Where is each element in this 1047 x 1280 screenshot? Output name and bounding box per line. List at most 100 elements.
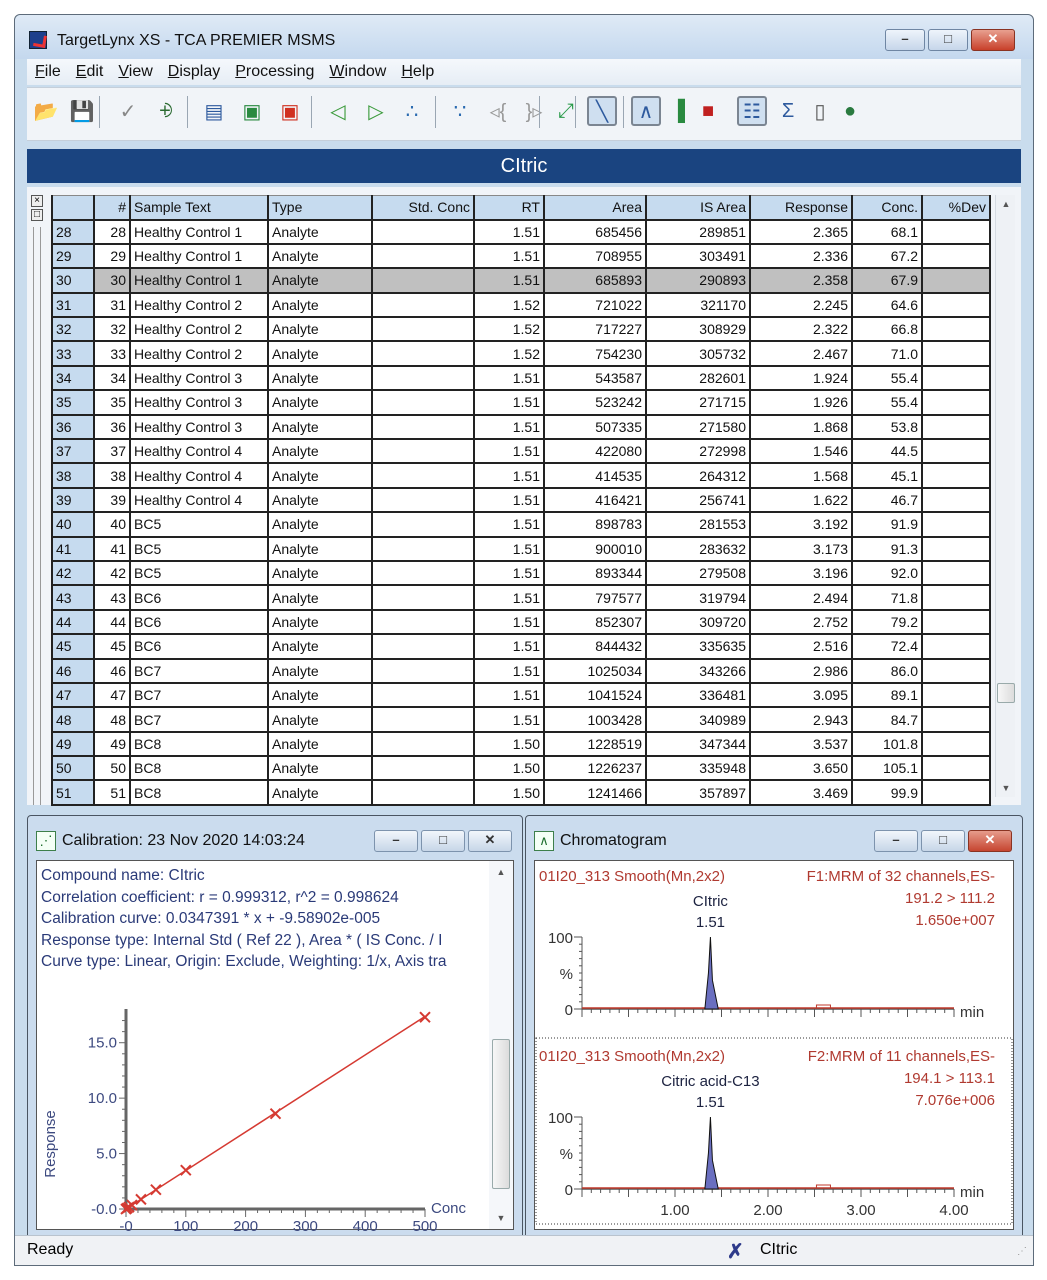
- table-row[interactable]: 40 40 BC5 Analyte 1.51 898783 281553 3.192 91.9: [51, 511, 991, 538]
- close-button[interactable]: ✕: [971, 29, 1015, 51]
- table-cell[interactable]: 305732: [645, 340, 751, 367]
- row-header[interactable]: 31: [51, 291, 95, 319]
- table-row[interactable]: 31 31 Healthy Control 2 Analyte 1.52 721022 32…: [51, 291, 991, 319]
- table-cell[interactable]: 844432: [543, 633, 647, 660]
- table-cell[interactable]: [921, 462, 991, 489]
- table-cell[interactable]: Analyte: [267, 437, 373, 465]
- table-cell[interactable]: Healthy Control 1: [129, 267, 269, 294]
- table-cell[interactable]: [921, 584, 991, 611]
- minimize-button[interactable]: –: [885, 29, 925, 51]
- calibration-view-button[interactable]: ╲: [587, 96, 617, 126]
- table-cell[interactable]: 2.752: [749, 608, 853, 636]
- table-cell[interactable]: Analyte: [267, 706, 373, 733]
- row-header[interactable]: 33: [51, 340, 95, 367]
- chromatogram-minimize-button[interactable]: –: [874, 830, 918, 852]
- table-cell[interactable]: 32: [93, 316, 131, 343]
- table-cell[interactable]: 1.52: [473, 291, 545, 319]
- table-cell[interactable]: 68.1: [851, 218, 923, 245]
- table-cell[interactable]: [921, 437, 991, 465]
- table-cell[interactable]: 64.6: [851, 291, 923, 319]
- table-cell[interactable]: 39: [93, 486, 131, 514]
- table-cell[interactable]: 1041524: [543, 681, 647, 709]
- table-cell[interactable]: 2.365: [749, 218, 853, 245]
- scroll-up-arrow[interactable]: ▲: [489, 867, 513, 877]
- table-cell[interactable]: 1228519: [543, 730, 647, 758]
- table-row[interactable]: 49 49 BC8 Analyte 1.50 1228519 347344 3.537 101.…: [51, 730, 991, 758]
- table-cell[interactable]: 79.2: [851, 608, 923, 636]
- table-cell[interactable]: 43: [93, 584, 131, 611]
- table-cell[interactable]: 40: [93, 511, 131, 538]
- resize-grip[interactable]: ⋰: [1017, 1246, 1027, 1257]
- table-cell[interactable]: 50: [93, 755, 131, 782]
- row-header[interactable]: 37: [51, 437, 95, 465]
- table-cell[interactable]: 685456: [543, 218, 647, 245]
- table-cell[interactable]: 1.51: [473, 706, 545, 733]
- table-cell[interactable]: 49: [93, 730, 131, 758]
- table-row[interactable]: 41 41 BC5 Analyte 1.51 900010 283632 3.173 91.3: [51, 535, 991, 562]
- menu-view[interactable]: View: [118, 63, 152, 81]
- table-cell[interactable]: 852307: [543, 608, 647, 636]
- table-cell[interactable]: 1.51: [473, 242, 545, 270]
- table-cell[interactable]: 347344: [645, 730, 751, 758]
- table-cell[interactable]: 42: [93, 559, 131, 587]
- table-cell[interactable]: 335948: [645, 755, 751, 782]
- table-cell[interactable]: 1025034: [543, 657, 647, 684]
- table-cell[interactable]: [371, 462, 475, 489]
- table-cell[interactable]: 51: [93, 779, 131, 806]
- table-cell[interactable]: 271580: [645, 413, 751, 441]
- table-cell[interactable]: 35: [93, 389, 131, 416]
- table-row[interactable]: 35 35 Healthy Control 3 Analyte 1.51 523242 27…: [51, 389, 991, 416]
- table-cell[interactable]: BC6: [129, 608, 269, 636]
- table-cell[interactable]: [371, 511, 475, 538]
- column-header[interactable]: Sample Text: [129, 195, 269, 221]
- next-sample-button[interactable]: ▷: [361, 96, 391, 126]
- table-cell[interactable]: Analyte: [267, 633, 373, 660]
- table-cell[interactable]: [921, 364, 991, 392]
- calibration-maximize-button[interactable]: □: [421, 830, 465, 852]
- table-cell[interactable]: BC8: [129, 779, 269, 806]
- table-cell[interactable]: Healthy Control 3: [129, 389, 269, 416]
- chromatogram-view-button[interactable]: ∧: [631, 96, 661, 126]
- column-header[interactable]: [51, 195, 95, 221]
- table-cell[interactable]: Healthy Control 2: [129, 316, 269, 343]
- table-cell[interactable]: 1.868: [749, 413, 853, 441]
- table-cell[interactable]: 1241466: [543, 779, 647, 806]
- table-cell[interactable]: 91.9: [851, 511, 923, 538]
- summary-chart-button[interactable]: ■: [693, 96, 723, 126]
- table-cell[interactable]: [371, 779, 475, 806]
- table-row[interactable]: 34 34 Healthy Control 3 Analyte 1.51 543587 28…: [51, 364, 991, 392]
- table-cell[interactable]: 357897: [645, 779, 751, 806]
- table-cell[interactable]: [921, 486, 991, 514]
- row-header[interactable]: 30: [51, 267, 95, 294]
- table-cell[interactable]: 321170: [645, 291, 751, 319]
- close-grid-button[interactable]: ×: [31, 195, 43, 207]
- table-cell[interactable]: [371, 730, 475, 758]
- row-header[interactable]: 36: [51, 413, 95, 441]
- table-row[interactable]: 50 50 BC8 Analyte 1.50 1226237 335948 3.650 105.…: [51, 755, 991, 782]
- spectrum-view-button[interactable]: ▐: [663, 96, 693, 126]
- table-cell[interactable]: 46: [93, 657, 131, 684]
- table-cell[interactable]: 272998: [645, 437, 751, 465]
- table-cell[interactable]: 28: [93, 218, 131, 245]
- table-cell[interactable]: 1.51: [473, 267, 545, 294]
- column-header[interactable]: Conc.: [851, 195, 923, 221]
- row-header[interactable]: 39: [51, 486, 95, 514]
- table-cell[interactable]: 67.9: [851, 267, 923, 294]
- table-cell[interactable]: 3.469: [749, 779, 853, 806]
- table-cell[interactable]: [371, 437, 475, 465]
- table-cell[interactable]: 71.0: [851, 340, 923, 367]
- table-cell[interactable]: 309720: [645, 608, 751, 636]
- calibration-minimize-button[interactable]: –: [374, 830, 418, 852]
- restore-grid-button[interactable]: □: [31, 209, 43, 221]
- table-cell[interactable]: 281553: [645, 511, 751, 538]
- table-cell[interactable]: Analyte: [267, 755, 373, 782]
- table-row[interactable]: 45 45 BC6 Analyte 1.51 844432 335635 2.516 72.4: [51, 633, 991, 660]
- table-cell[interactable]: [371, 413, 475, 441]
- scroll-thumb[interactable]: [492, 1039, 510, 1189]
- table-cell[interactable]: 105.1: [851, 755, 923, 782]
- table-cell[interactable]: Analyte: [267, 267, 373, 294]
- table-row[interactable]: 28 28 Healthy Control 1 Analyte 1.51 685456 28…: [51, 218, 991, 245]
- row-header[interactable]: 46: [51, 657, 95, 684]
- table-cell[interactable]: 893344: [543, 559, 647, 587]
- table-cell[interactable]: 290893: [645, 267, 751, 294]
